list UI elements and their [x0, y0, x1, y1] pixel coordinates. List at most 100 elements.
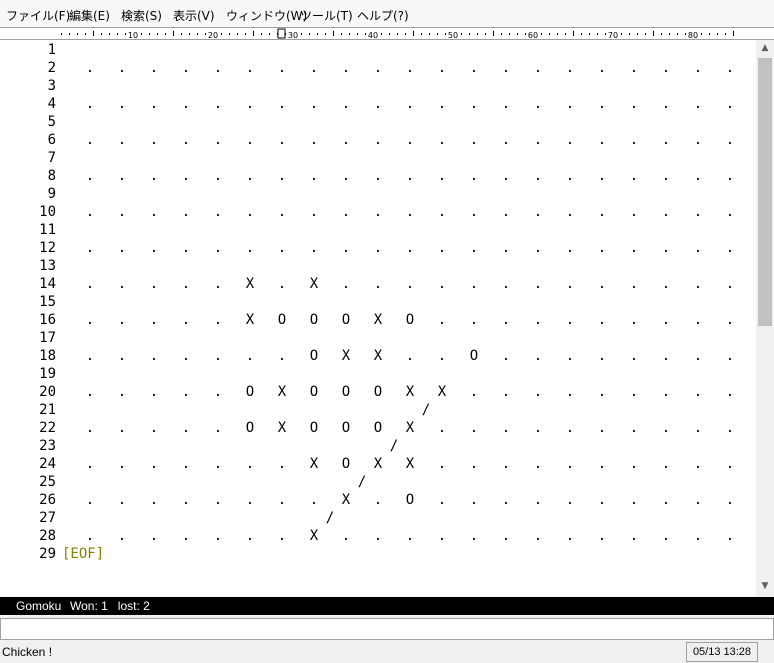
board-empty-point[interactable]: .: [723, 419, 737, 437]
board-empty-point[interactable]: .: [179, 131, 193, 149]
board-stone-o[interactable]: O: [243, 383, 257, 401]
board-empty-point[interactable]: .: [275, 95, 289, 113]
board-empty-point[interactable]: .: [243, 131, 257, 149]
board-empty-point[interactable]: .: [627, 527, 641, 545]
board-stone-o[interactable]: O: [371, 383, 385, 401]
board-empty-point[interactable]: .: [115, 131, 129, 149]
board-empty-point[interactable]: .: [563, 419, 577, 437]
board-stone-x[interactable]: X: [339, 491, 353, 509]
board-empty-point[interactable]: .: [147, 95, 161, 113]
board-empty-point[interactable]: .: [499, 455, 513, 473]
board-empty-point[interactable]: .: [307, 131, 321, 149]
board-empty-point[interactable]: .: [499, 311, 513, 329]
board-empty-point[interactable]: .: [723, 455, 737, 473]
board-empty-point[interactable]: .: [339, 95, 353, 113]
board-stone-x[interactable]: X: [371, 311, 385, 329]
board-empty-point[interactable]: .: [147, 527, 161, 545]
board-empty-point[interactable]: .: [467, 383, 481, 401]
board-empty-point[interactable]: .: [499, 131, 513, 149]
board-empty-point[interactable]: .: [339, 527, 353, 545]
board-empty-point[interactable]: .: [627, 275, 641, 293]
board-empty-point[interactable]: .: [179, 239, 193, 257]
board-empty-point[interactable]: .: [275, 491, 289, 509]
board-empty-point[interactable]: .: [467, 95, 481, 113]
board-empty-point[interactable]: .: [307, 167, 321, 185]
board-stone-o[interactable]: O: [339, 419, 353, 437]
board-empty-point[interactable]: .: [467, 455, 481, 473]
board-empty-point[interactable]: .: [467, 275, 481, 293]
board-empty-point[interactable]: .: [563, 203, 577, 221]
board-empty-point[interactable]: .: [83, 203, 97, 221]
board-empty-point[interactable]: .: [243, 167, 257, 185]
board-empty-point[interactable]: .: [179, 419, 193, 437]
board-empty-point[interactable]: .: [211, 131, 225, 149]
board-empty-point[interactable]: .: [275, 527, 289, 545]
board-empty-point[interactable]: .: [595, 383, 609, 401]
board-empty-point[interactable]: .: [627, 239, 641, 257]
board-empty-point[interactable]: .: [147, 347, 161, 365]
board-empty-point[interactable]: .: [83, 383, 97, 401]
board-empty-point[interactable]: .: [147, 383, 161, 401]
board-empty-point[interactable]: .: [435, 239, 449, 257]
scroll-down-icon[interactable]: ▼: [756, 578, 774, 594]
board-empty-point[interactable]: .: [595, 239, 609, 257]
menu-view[interactable]: 表示(V): [173, 7, 215, 24]
board-empty-point[interactable]: .: [83, 527, 97, 545]
board-empty-point[interactable]: .: [339, 275, 353, 293]
board-empty-point[interactable]: .: [691, 239, 705, 257]
board-empty-point[interactable]: .: [371, 203, 385, 221]
board-empty-point[interactable]: .: [723, 167, 737, 185]
board-empty-point[interactable]: .: [83, 311, 97, 329]
board-empty-point[interactable]: .: [371, 491, 385, 509]
board-empty-point[interactable]: .: [371, 59, 385, 77]
board-empty-point[interactable]: .: [467, 527, 481, 545]
board-empty-point[interactable]: .: [659, 59, 673, 77]
board-stone-o[interactable]: O: [467, 347, 481, 365]
board-empty-point[interactable]: .: [435, 527, 449, 545]
board-empty-point[interactable]: .: [83, 347, 97, 365]
board-empty-point[interactable]: .: [211, 491, 225, 509]
board-empty-point[interactable]: .: [563, 491, 577, 509]
menu-edit[interactable]: 編集(E): [69, 7, 110, 24]
board-empty-point[interactable]: .: [659, 275, 673, 293]
board-empty-point[interactable]: .: [147, 167, 161, 185]
board-empty-point[interactable]: .: [435, 419, 449, 437]
board-empty-point[interactable]: .: [403, 527, 417, 545]
board-empty-point[interactable]: .: [499, 275, 513, 293]
board-empty-point[interactable]: .: [499, 491, 513, 509]
board-stone-o[interactable]: O: [275, 311, 289, 329]
board-empty-point[interactable]: .: [115, 59, 129, 77]
board-empty-point[interactable]: .: [691, 95, 705, 113]
board-empty-point[interactable]: .: [403, 203, 417, 221]
board-empty-point[interactable]: .: [691, 275, 705, 293]
command-input[interactable]: [0, 618, 774, 640]
board-empty-point[interactable]: .: [659, 131, 673, 149]
board-empty-point[interactable]: .: [659, 347, 673, 365]
board-empty-point[interactable]: .: [531, 455, 545, 473]
board-empty-point[interactable]: .: [691, 383, 705, 401]
board-empty-point[interactable]: .: [435, 311, 449, 329]
board-empty-point[interactable]: .: [115, 203, 129, 221]
board-empty-point[interactable]: .: [723, 203, 737, 221]
board-empty-point[interactable]: .: [275, 167, 289, 185]
board-empty-point[interactable]: .: [659, 311, 673, 329]
board-empty-point[interactable]: .: [531, 419, 545, 437]
board-empty-point[interactable]: .: [435, 347, 449, 365]
board-empty-point[interactable]: .: [243, 59, 257, 77]
board-empty-point[interactable]: .: [403, 59, 417, 77]
board-empty-point[interactable]: .: [115, 311, 129, 329]
board-empty-point[interactable]: .: [435, 59, 449, 77]
board-stone-x[interactable]: X: [403, 383, 417, 401]
board-stone-o[interactable]: O: [339, 311, 353, 329]
board-empty-point[interactable]: .: [691, 347, 705, 365]
board-empty-point[interactable]: .: [723, 95, 737, 113]
board-empty-point[interactable]: .: [723, 311, 737, 329]
board-empty-point[interactable]: .: [595, 131, 609, 149]
board-empty-point[interactable]: .: [595, 59, 609, 77]
board-empty-point[interactable]: .: [467, 239, 481, 257]
board-empty-point[interactable]: .: [435, 455, 449, 473]
board-empty-point[interactable]: .: [275, 131, 289, 149]
board-empty-point[interactable]: .: [723, 239, 737, 257]
scroll-up-icon[interactable]: ▲: [756, 40, 774, 56]
board-empty-point[interactable]: .: [691, 527, 705, 545]
